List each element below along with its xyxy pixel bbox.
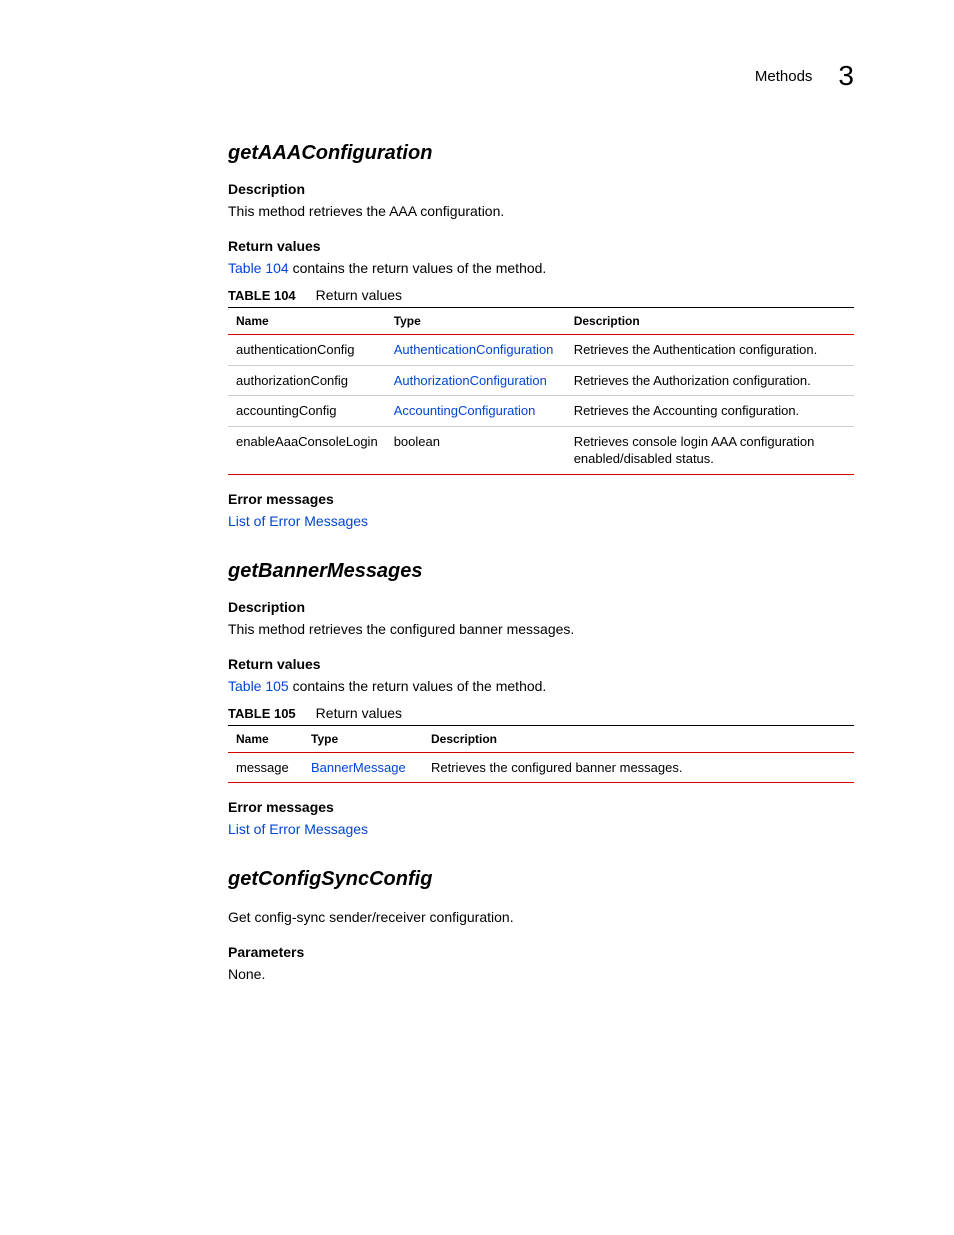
- return-values-table: Name Type Description message BannerMess…: [228, 725, 854, 784]
- table-row: accountingConfig AccountingConfiguration…: [228, 396, 854, 427]
- cell-name: enableAaaConsoleLogin: [228, 426, 386, 474]
- cell-desc: Retrieves the Authorization configuratio…: [566, 365, 854, 396]
- cell-type-link[interactable]: AccountingConfiguration: [386, 396, 566, 427]
- table-ref-link[interactable]: Table 104: [228, 260, 289, 276]
- error-messages-heading: Error messages: [228, 491, 854, 507]
- th-type: Type: [303, 725, 423, 752]
- header-chapter-number: 3: [838, 60, 854, 92]
- table-caption: TABLE 104 Return values: [228, 287, 854, 303]
- cell-name: authorizationConfig: [228, 365, 386, 396]
- cell-name: accountingConfig: [228, 396, 386, 427]
- return-values-text: Table 104 contains the return values of …: [228, 258, 854, 279]
- table-ref-link[interactable]: Table 105: [228, 678, 289, 694]
- description-text: This method retrieves the configured ban…: [228, 619, 854, 640]
- return-values-suffix: contains the return values of the method…: [289, 678, 547, 694]
- cell-desc: Retrieves the Accounting configuration.: [566, 396, 854, 427]
- return-values-heading: Return values: [228, 238, 854, 254]
- table-row: message BannerMessage Retrieves the conf…: [228, 752, 854, 783]
- cell-type-link[interactable]: BannerMessage: [303, 752, 423, 783]
- table-title: Return values: [316, 705, 402, 721]
- cell-name: message: [228, 752, 303, 783]
- table-title: Return values: [316, 287, 402, 303]
- table-row: authorizationConfig AuthorizationConfigu…: [228, 365, 854, 396]
- method-title: getBannerMessages: [228, 560, 854, 583]
- method-title: getAAAConfiguration: [228, 142, 854, 165]
- content-area: getAAAConfiguration Description This met…: [100, 142, 854, 985]
- cell-desc: Retrieves the configured banner messages…: [423, 752, 854, 783]
- table-label: TABLE 104: [228, 288, 296, 303]
- parameters-heading: Parameters: [228, 944, 854, 960]
- error-messages-heading: Error messages: [228, 799, 854, 815]
- error-messages-link[interactable]: List of Error Messages: [228, 821, 368, 837]
- method-title: getConfigSyncConfig: [228, 868, 854, 891]
- cell-name: authenticationConfig: [228, 335, 386, 366]
- return-values-text: Table 105 contains the return values of …: [228, 676, 854, 697]
- description-text: This method retrieves the AAA configurat…: [228, 201, 854, 222]
- table-row: enableAaaConsoleLogin boolean Retrieves …: [228, 426, 854, 474]
- table-header-row: Name Type Description: [228, 725, 854, 752]
- table-header-row: Name Type Description: [228, 308, 854, 335]
- table-caption: TABLE 105 Return values: [228, 705, 854, 721]
- cell-type-link[interactable]: AuthorizationConfiguration: [386, 365, 566, 396]
- table-row: authenticationConfig AuthenticationConfi…: [228, 335, 854, 366]
- page-header: Methods 3: [100, 60, 854, 92]
- th-name: Name: [228, 308, 386, 335]
- th-desc: Description: [423, 725, 854, 752]
- description-heading: Description: [228, 181, 854, 197]
- table-label: TABLE 105: [228, 706, 296, 721]
- header-section-label: Methods: [755, 68, 813, 85]
- th-desc: Description: [566, 308, 854, 335]
- description-heading: Description: [228, 599, 854, 615]
- cell-desc: Retrieves console login AAA configuratio…: [566, 426, 854, 474]
- cell-type-link[interactable]: AuthenticationConfiguration: [386, 335, 566, 366]
- return-values-heading: Return values: [228, 656, 854, 672]
- description-text: Get config-sync sender/receiver configur…: [228, 907, 854, 928]
- cell-desc: Retrieves the Authentication configurati…: [566, 335, 854, 366]
- th-name: Name: [228, 725, 303, 752]
- error-messages-link[interactable]: List of Error Messages: [228, 513, 368, 529]
- th-type: Type: [386, 308, 566, 335]
- return-values-table: Name Type Description authenticationConf…: [228, 307, 854, 475]
- parameters-text: None.: [228, 964, 854, 985]
- document-page: Methods 3 getAAAConfiguration Descriptio…: [0, 0, 954, 1049]
- cell-type: boolean: [386, 426, 566, 474]
- return-values-suffix: contains the return values of the method…: [289, 260, 547, 276]
